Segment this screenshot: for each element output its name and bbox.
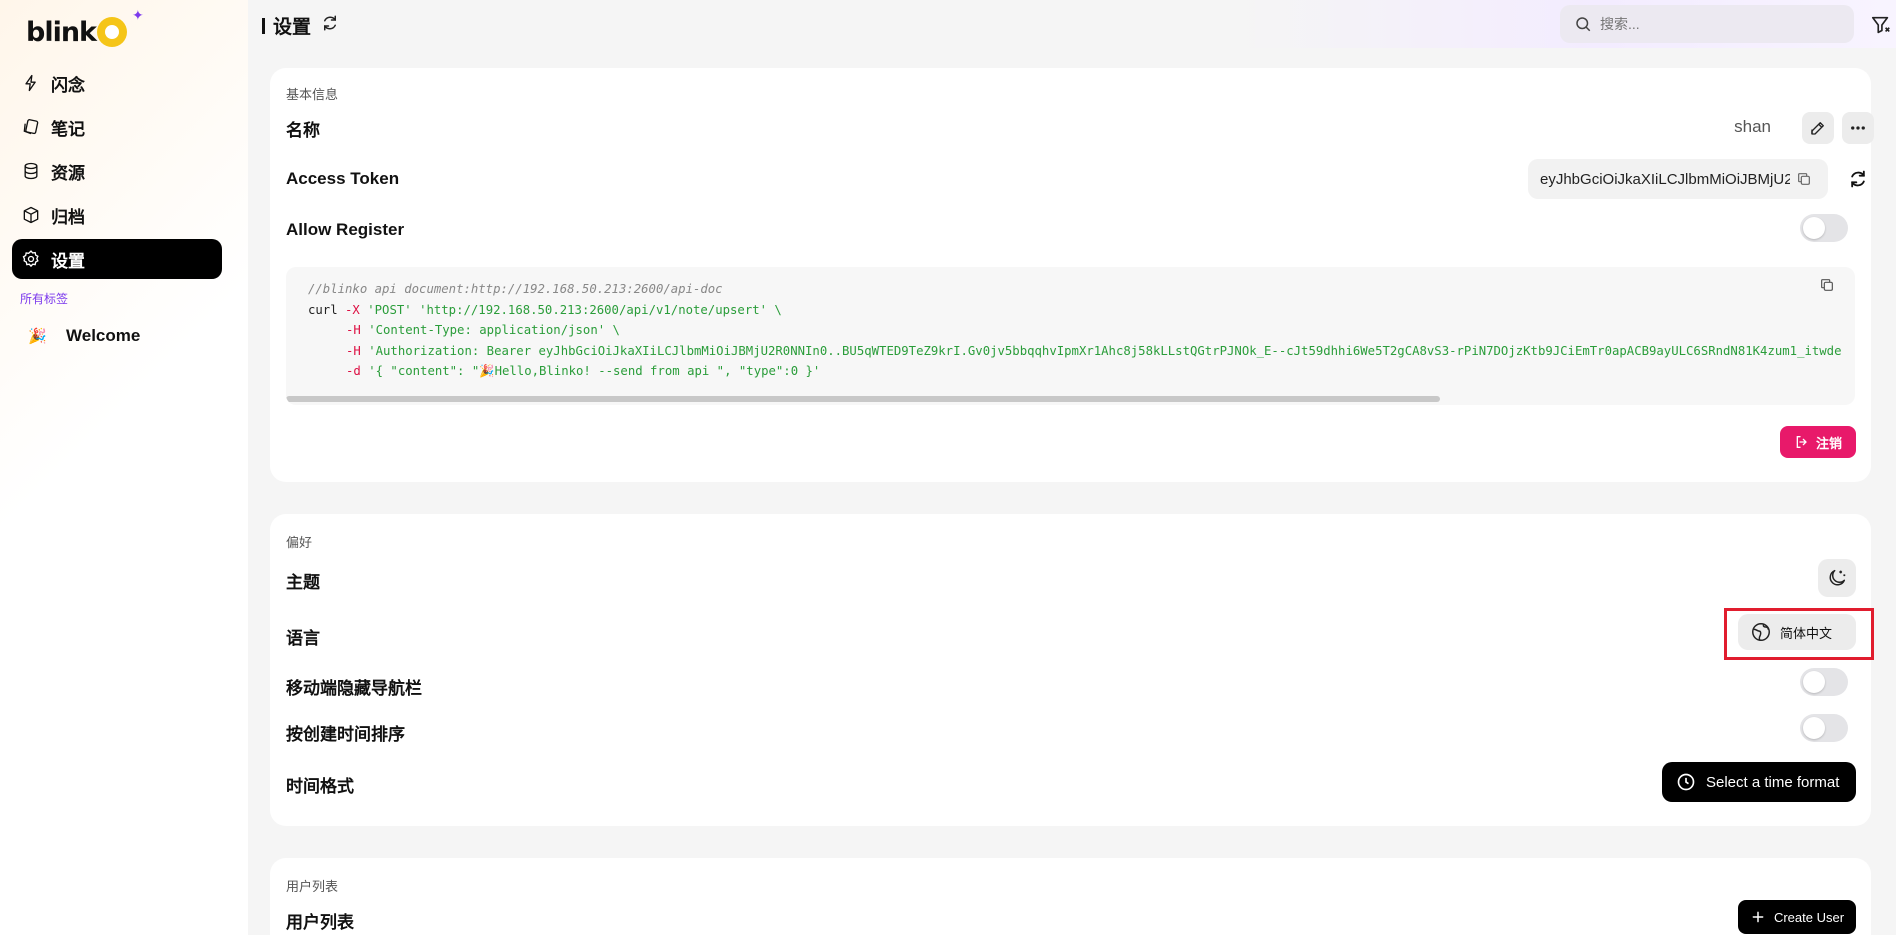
edit-icon: [1811, 122, 1824, 135]
api-code-block: //blinko api document:http://192.168.50.…: [286, 267, 1855, 405]
copy-icon: [1821, 279, 1833, 291]
tag-label: Welcome: [66, 326, 141, 345]
name-value: shan: [1734, 117, 1771, 136]
copy-icon[interactable]: [1796, 171, 1812, 187]
notes-icon: [23, 119, 39, 135]
tag-emoji: 🎉: [28, 328, 47, 345]
users-title: 用户列表: [286, 913, 354, 932]
sidebar-item-flash[interactable]: 闪念: [12, 63, 222, 103]
code-horizontal-scrollbar[interactable]: [286, 396, 1440, 402]
sort-by-created-label: 按创建时间排序: [286, 725, 405, 744]
language-value: 简体中文: [1780, 625, 1833, 641]
tag-item-welcome[interactable]: 🎉 Welcome: [28, 323, 140, 349]
more-options-button[interactable]: [1842, 112, 1874, 144]
section-label-basic-info: 基本信息: [286, 87, 339, 102]
hide-nav-toggle[interactable]: [1800, 668, 1848, 696]
clock-icon: [1677, 773, 1695, 791]
code-line: -H 'Authorization: Bearer eyJhbGciOiJkaX…: [346, 344, 1842, 358]
gear-icon: [22, 250, 39, 268]
page-title: 设置: [273, 17, 312, 38]
search-input[interactable]: [1600, 16, 1820, 32]
preferences-card: 偏好 主题 语言 简体中文 移动端隐藏导航栏 按创建时间排序 时间格式 Sele…: [270, 514, 1874, 826]
tags-section-title: 所有标签: [20, 292, 69, 306]
sidebar-item-label: 归档: [51, 207, 85, 227]
logo-text: blink: [26, 16, 97, 48]
sidebar: blink ✦ 闪念 笔记 资源 归档 设置 所有标签 🎉 Welcome: [0, 0, 248, 935]
theme-toggle-button[interactable]: [1818, 559, 1856, 597]
allow-register-label: Allow Register: [286, 220, 405, 239]
flash-icon: [25, 74, 36, 92]
sidebar-item-settings[interactable]: 设置: [12, 239, 222, 279]
sidebar-item-notes[interactable]: 笔记: [12, 107, 222, 147]
code-comment: //blinko api document:http://192.168.50.…: [308, 282, 723, 296]
time-format-select-button[interactable]: Select a time format: [1662, 762, 1856, 802]
plus-icon: [1752, 911, 1764, 923]
moon-stars-icon: [1829, 569, 1846, 586]
page-title-bar: 设置: [262, 12, 339, 39]
archive-box-icon: [23, 206, 39, 224]
logout-label: 注销: [1815, 435, 1842, 451]
code-line: -d '{ "content": "🎉Hello,Blinko! --send …: [346, 364, 821, 378]
time-format-button-label: Select a time format: [1706, 773, 1840, 791]
logout-button[interactable]: 注销: [1780, 426, 1856, 458]
access-token-label: Access Token: [286, 169, 400, 188]
code-line: -H 'Content-Type: application/json' \: [346, 323, 620, 337]
globe-icon: [1752, 623, 1770, 641]
copy-code-button[interactable]: [1819, 277, 1835, 296]
create-user-button[interactable]: Create User: [1738, 900, 1856, 934]
users-card: 用户列表 用户列表 Create User: [270, 858, 1871, 935]
language-label: 语言: [286, 629, 320, 648]
sidebar-item-label: 笔记: [51, 119, 85, 139]
access-token-field[interactable]: eyJhbGciOiJkaXIiLCJlbmMiOiJBMjU2R: [1528, 159, 1828, 199]
edit-name-button[interactable]: [1802, 112, 1834, 144]
regenerate-token-button[interactable]: [1848, 169, 1868, 194]
refresh-icon[interactable]: [321, 14, 339, 37]
sort-by-created-toggle[interactable]: [1800, 714, 1848, 742]
more-dots-icon: [1851, 126, 1865, 130]
logout-icon: [1796, 436, 1807, 448]
time-format-label: 时间格式: [286, 777, 354, 796]
access-token-value: eyJhbGciOiJkaXIiLCJlbmMiOiJBMjU2R: [1540, 170, 1790, 188]
app-logo[interactable]: blink ✦: [26, 8, 144, 52]
logo-o-mark: [97, 17, 128, 47]
logo-star-icon: ✦: [132, 8, 144, 24]
sidebar-nav: 闪念 笔记 资源 归档 设置: [12, 63, 222, 283]
sidebar-item-label: 设置: [51, 251, 85, 271]
filter-icon[interactable]: [1870, 14, 1892, 41]
section-label-users: 用户列表: [286, 879, 339, 894]
refresh-icon: [1851, 170, 1865, 188]
title-accent-bar: [262, 17, 265, 34]
search-box[interactable]: [1560, 5, 1854, 43]
search-icon: [1576, 17, 1591, 32]
database-icon: [24, 162, 38, 180]
top-header: 设置: [248, 0, 1896, 48]
sidebar-item-label: 资源: [51, 163, 85, 183]
hide-nav-label: 移动端隐藏导航栏: [286, 679, 422, 698]
section-label-preferences: 偏好: [286, 535, 313, 550]
name-label: 名称: [286, 121, 320, 140]
language-select-button[interactable]: 简体中文: [1738, 614, 1856, 650]
allow-register-toggle[interactable]: [1800, 214, 1848, 242]
sidebar-item-resources[interactable]: 资源: [12, 151, 222, 191]
theme-label: 主题: [286, 573, 320, 592]
sidebar-item-archive[interactable]: 归档: [12, 195, 222, 235]
code-line: curl -X 'POST' 'http://192.168.50.213:26…: [308, 303, 782, 317]
create-user-label: Create User: [1773, 909, 1845, 925]
sidebar-item-label: 闪念: [51, 75, 85, 95]
basic-info-card: 基本信息 名称 shan Access Token eyJhbGciOiJkaX…: [270, 68, 1874, 482]
